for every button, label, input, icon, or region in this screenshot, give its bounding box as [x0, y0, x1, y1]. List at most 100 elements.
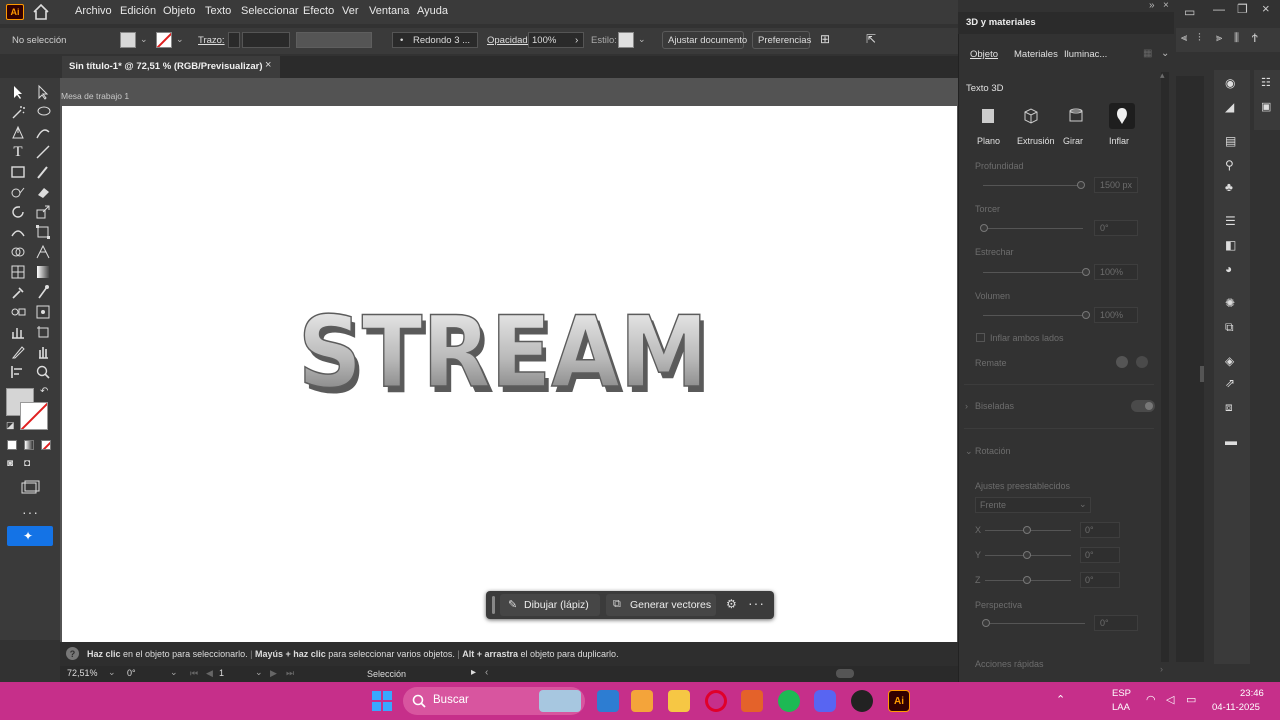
- graph-tool-icon[interactable]: [10, 324, 26, 340]
- stream-3d-text[interactable]: STREAM STREAM: [292, 296, 722, 416]
- distribute-icon[interactable]: ⫼: [1234, 32, 1239, 45]
- twist-slider-knob[interactable]: [980, 224, 988, 232]
- language-code[interactable]: ESP: [1112, 688, 1131, 699]
- align-right-icon[interactable]: ⫸: [1216, 32, 1222, 45]
- app-logo[interactable]: Ai: [6, 4, 24, 20]
- stroke-color-box[interactable]: [20, 402, 48, 430]
- libraries-icon[interactable]: ▣: [1261, 100, 1271, 113]
- properties-icon[interactable]: ☷: [1261, 76, 1271, 89]
- generate-vectors-button[interactable]: ⧉ Generar vectores: [606, 594, 716, 616]
- line-tool-icon[interactable]: [35, 144, 51, 160]
- tab-iluminacion[interactable]: Iluminac...: [1064, 49, 1107, 60]
- clock-time[interactable]: 23:46: [1240, 688, 1264, 699]
- measure-tool-icon[interactable]: [35, 284, 51, 300]
- cap-off-icon[interactable]: [1136, 356, 1148, 368]
- rectangle-tool-icon[interactable]: [10, 164, 26, 180]
- magic-wand-icon[interactable]: [10, 104, 26, 120]
- free-transform-icon[interactable]: [35, 224, 51, 240]
- shaper-tool-icon[interactable]: [10, 184, 26, 200]
- blend-tool-icon[interactable]: [10, 304, 26, 320]
- home-icon[interactable]: [32, 3, 50, 21]
- screen-mode-icon[interactable]: ◘: [24, 458, 30, 469]
- menu-ver[interactable]: Ver: [342, 5, 359, 17]
- inflate-option[interactable]: [1109, 103, 1135, 129]
- menu-edicion[interactable]: Edición: [120, 5, 156, 17]
- transparency-icon[interactable]: ◕: [1225, 262, 1232, 276]
- type-inflar[interactable]: Inflar: [1109, 136, 1129, 146]
- chevron-down-icon[interactable]: ⌄: [638, 34, 646, 45]
- zoom-level[interactable]: 72,51%: [67, 668, 98, 678]
- twist-slider[interactable]: [983, 228, 1083, 229]
- last-artboard-icon[interactable]: ⏭: [286, 668, 294, 679]
- chevron-down-icon[interactable]: ⌄: [170, 667, 178, 678]
- type-tool-icon[interactable]: T: [10, 144, 26, 160]
- brushes-icon[interactable]: ⚲: [1225, 158, 1234, 172]
- zoom-tool-icon[interactable]: [35, 364, 51, 380]
- chevron-down-icon[interactable]: ⌄: [108, 667, 116, 678]
- keyboard-layout[interactable]: LAA: [1112, 702, 1130, 713]
- restore-icon[interactable]: ❐: [1237, 2, 1248, 16]
- curvature-tool-icon[interactable]: [35, 124, 51, 140]
- menu-objeto[interactable]: Objeto: [163, 5, 195, 17]
- chevron-down-icon[interactable]: ⌄: [255, 667, 263, 678]
- direct-selection-tool-icon[interactable]: [35, 84, 51, 100]
- depth-slider[interactable]: [983, 185, 1083, 186]
- extrude-icon[interactable]: [1021, 106, 1041, 126]
- change-screen-mode-icon[interactable]: [20, 480, 40, 496]
- scale-tool-icon[interactable]: [35, 204, 51, 220]
- more-tools-icon[interactable]: ···: [22, 504, 39, 520]
- arrange-icon[interactable]: ⊞: [820, 32, 830, 46]
- help-icon[interactable]: ?: [66, 647, 79, 660]
- perspective-grid-icon[interactable]: [35, 244, 51, 260]
- taper-slider[interactable]: [983, 272, 1083, 273]
- obs-icon[interactable]: [851, 690, 873, 712]
- chevron-down-icon[interactable]: ⌄: [965, 446, 973, 457]
- drag-handle[interactable]: [492, 596, 495, 614]
- menu-ventana[interactable]: Ventana: [369, 5, 409, 17]
- gradient-panel-icon[interactable]: ◢: [1225, 100, 1234, 114]
- volume-slider-knob[interactable]: [1082, 311, 1090, 319]
- y-slider-knob[interactable]: [1023, 551, 1031, 559]
- rotate-tool-icon[interactable]: [10, 204, 26, 220]
- more-options-icon[interactable]: ···: [748, 595, 765, 611]
- volume-icon[interactable]: ◁: [1166, 693, 1174, 706]
- artboard-label[interactable]: Mesa de trabajo 1: [61, 91, 129, 101]
- render-icon[interactable]: ▦: [1143, 48, 1152, 59]
- slice-tool-icon[interactable]: [10, 344, 26, 360]
- artboards-panel-icon[interactable]: ⧈: [1225, 400, 1233, 415]
- search-box[interactable]: Buscar: [403, 687, 585, 715]
- none-mode-icon[interactable]: [41, 440, 51, 450]
- x-slider-knob[interactable]: [1023, 526, 1031, 534]
- comments-icon[interactable]: ▬: [1225, 434, 1237, 448]
- menu-archivo[interactable]: Archivo: [75, 5, 112, 17]
- tab-objeto[interactable]: Objeto: [970, 49, 998, 60]
- align-icon[interactable]: [10, 364, 26, 380]
- next-artboard-icon[interactable]: ▶: [270, 668, 277, 679]
- battery-icon[interactable]: ▭: [1186, 693, 1196, 706]
- plane-icon[interactable]: [978, 106, 998, 126]
- color-guide-icon[interactable]: ▤: [1225, 134, 1236, 148]
- windows-start-icon[interactable]: [371, 690, 393, 712]
- type-plano[interactable]: Plano: [977, 136, 1000, 146]
- menu-seleccionar[interactable]: Seleccionar: [241, 5, 298, 17]
- opera-icon[interactable]: [705, 690, 727, 712]
- revolve-icon[interactable]: [1066, 106, 1086, 126]
- stroke-label[interactable]: Trazo:: [198, 35, 225, 46]
- export-icon[interactable]: ⇗: [1225, 376, 1235, 390]
- gradient-tool-icon[interactable]: [35, 264, 51, 280]
- illustrator-taskbar-icon[interactable]: Ai: [888, 690, 910, 712]
- stroke-swatch[interactable]: [156, 32, 172, 48]
- 3d-icon[interactable]: ◉: [1225, 76, 1235, 90]
- rotation-value[interactable]: 0°: [127, 668, 136, 678]
- style-swatch[interactable]: [618, 32, 634, 48]
- draw-pencil-button[interactable]: ✎ Dibujar (lápiz): [500, 594, 600, 616]
- draw-mode-icon[interactable]: ◙: [7, 458, 13, 469]
- menu-ayuda[interactable]: Ayuda: [417, 5, 448, 17]
- spotify-icon[interactable]: [778, 690, 800, 712]
- perspective-slider-knob[interactable]: [982, 619, 990, 627]
- symbols-icon[interactable]: ♣: [1225, 180, 1233, 194]
- paintbrush-icon[interactable]: [35, 164, 51, 180]
- scroll-left-icon[interactable]: ‹: [485, 667, 488, 678]
- chevron-down-icon[interactable]: ⌄: [140, 34, 148, 45]
- prev-artboard-icon[interactable]: ◀: [206, 668, 213, 679]
